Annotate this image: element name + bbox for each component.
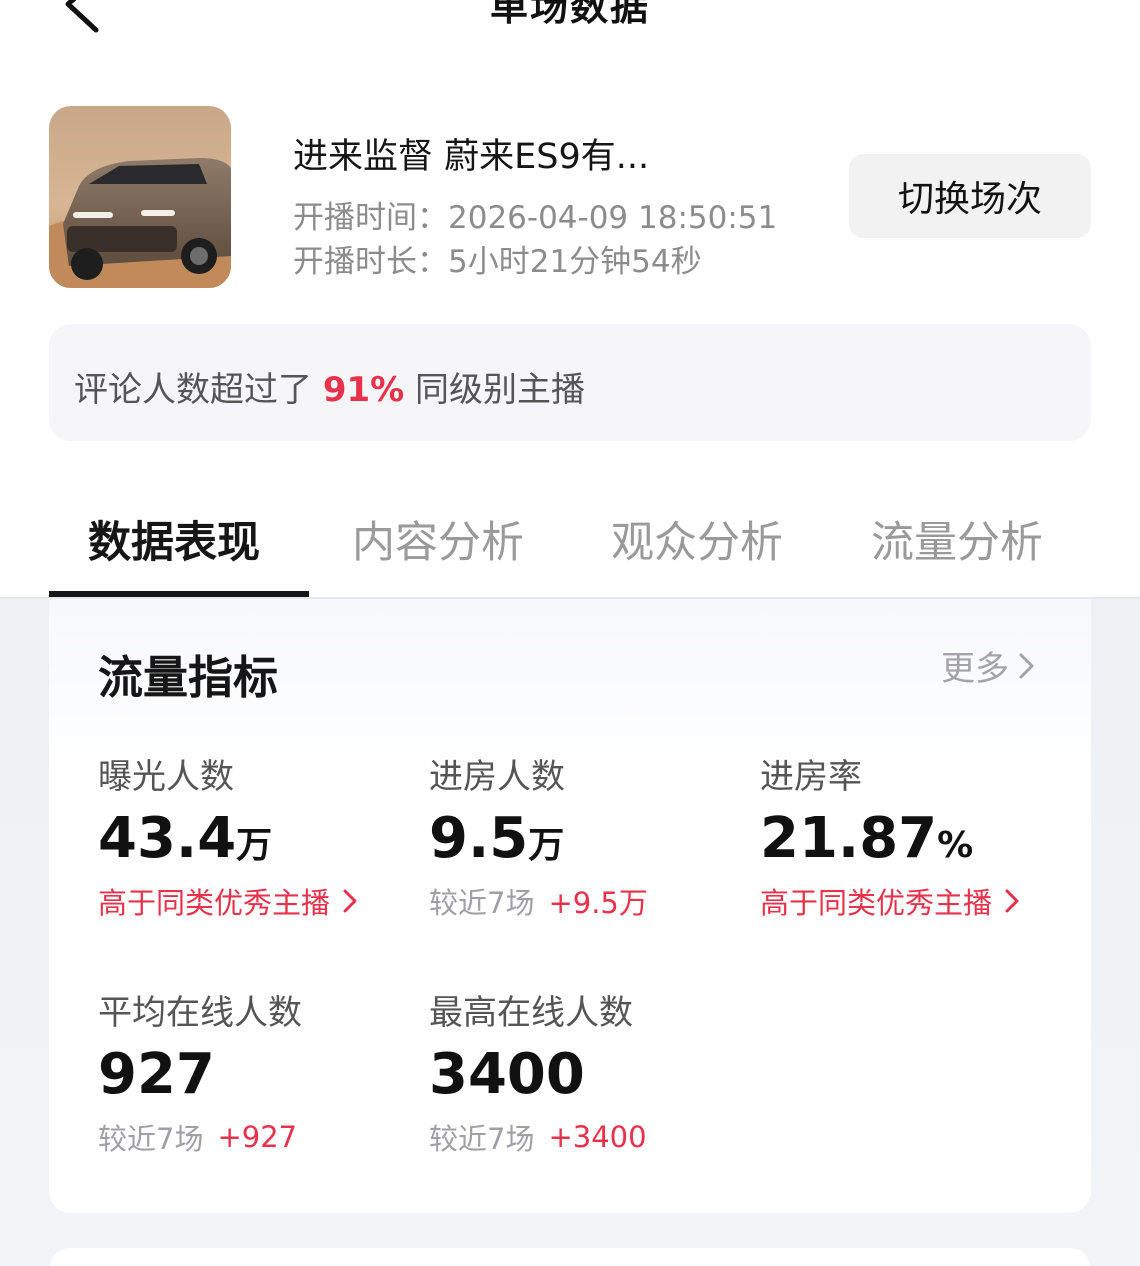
- metric-compare: 较近7场 +927: [98, 1116, 418, 1158]
- metric-label: 进房人数: [429, 757, 565, 797]
- tab-content-analysis[interactable]: 内容分析: [352, 508, 524, 570]
- tab-traffic-analysis[interactable]: 流量分析: [871, 508, 1043, 570]
- traffic-metrics-card: 流量指标 更多 曝光人数 43.4万 高于同类优秀主播 进房人数 9.5万 较近…: [49, 599, 1091, 1213]
- next-card-edge: [49, 1248, 1091, 1266]
- metric-value: 43.4万: [98, 806, 273, 871]
- metric-entries: 进房人数 9.5万 较近7场 +9.5万: [429, 749, 749, 922]
- duration: 开播时长：5小时21分钟54秒: [293, 244, 702, 280]
- metric-entry-rate: 进房率 21.87% 高于同类优秀主播: [760, 749, 1080, 922]
- session-thumbnail: [49, 106, 231, 288]
- chevron-right-icon: [1019, 653, 1034, 678]
- metric-value: 3400: [429, 1042, 585, 1107]
- compare-delta: +9.5万: [548, 885, 648, 920]
- benchmark-link[interactable]: 高于同类优秀主播: [760, 880, 1080, 922]
- compare-label: 较近7场: [98, 1121, 204, 1156]
- chevron-right-icon: [343, 889, 357, 913]
- tab-audience-analysis[interactable]: 观众分析: [611, 508, 783, 570]
- session-info: 进来监督 蔚来ES9有... 开播时间：2026-04-09 18:50:51 …: [49, 106, 1091, 288]
- tab-bar: 数据表现 内容分析 观众分析 流量分析: [0, 490, 1140, 599]
- benchmark-link[interactable]: 高于同类优秀主播: [98, 880, 418, 922]
- more-label: 更多: [941, 649, 1009, 689]
- start-time: 开播时间：2026-04-09 18:50:51: [293, 200, 778, 236]
- metric-value: 9.5万: [429, 806, 565, 871]
- header: 单场数据: [0, 0, 1140, 60]
- rank-suffix: 同级别主播: [404, 370, 586, 410]
- card-title: 流量指标: [98, 651, 279, 704]
- metric-unit: 万: [236, 825, 273, 866]
- metric-unit: 万: [528, 825, 565, 866]
- metric-compare: 较近7场 +3400: [429, 1116, 749, 1158]
- rank-prefix: 评论人数超过了: [74, 370, 323, 410]
- metric-avg-online: 平均在线人数 927 较近7场 +927: [98, 985, 418, 1158]
- rank-text: 评论人数超过了 91% 同级别主播: [74, 362, 585, 411]
- switch-session-button[interactable]: 切换场次: [849, 154, 1091, 238]
- rank-banner: 评论人数超过了 91% 同级别主播: [49, 324, 1091, 441]
- page-title: 单场数据: [489, 0, 650, 29]
- compare-delta: +3400: [548, 1119, 647, 1154]
- chevron-right-icon: [1005, 889, 1019, 913]
- compare-label: 较近7场: [429, 885, 535, 920]
- metric-label: 平均在线人数: [98, 993, 302, 1033]
- tab-data-performance[interactable]: 数据表现: [88, 508, 260, 570]
- rank-percent: 91%: [322, 370, 405, 410]
- metric-label: 进房率: [760, 757, 862, 797]
- compare-delta: +927: [217, 1119, 298, 1154]
- metric-label: 最高在线人数: [429, 993, 633, 1033]
- metric-value: 927: [98, 1042, 215, 1107]
- metric-value: 21.87%: [760, 806, 974, 871]
- metric-label: 曝光人数: [98, 757, 234, 797]
- compare-label: 较近7场: [429, 1121, 535, 1156]
- metric-exposure: 曝光人数 43.4万 高于同类优秀主播: [98, 749, 418, 922]
- metric-peak-online: 最高在线人数 3400 较近7场 +3400: [429, 985, 749, 1158]
- metric-compare: 较近7场 +9.5万: [429, 880, 749, 922]
- benchmark-note: 高于同类优秀主播: [98, 885, 331, 920]
- benchmark-note: 高于同类优秀主播: [760, 885, 993, 920]
- session-title: 进来监督 蔚来ES9有...: [293, 137, 650, 177]
- more-link[interactable]: 更多: [941, 641, 1039, 690]
- metric-unit: %: [937, 825, 974, 866]
